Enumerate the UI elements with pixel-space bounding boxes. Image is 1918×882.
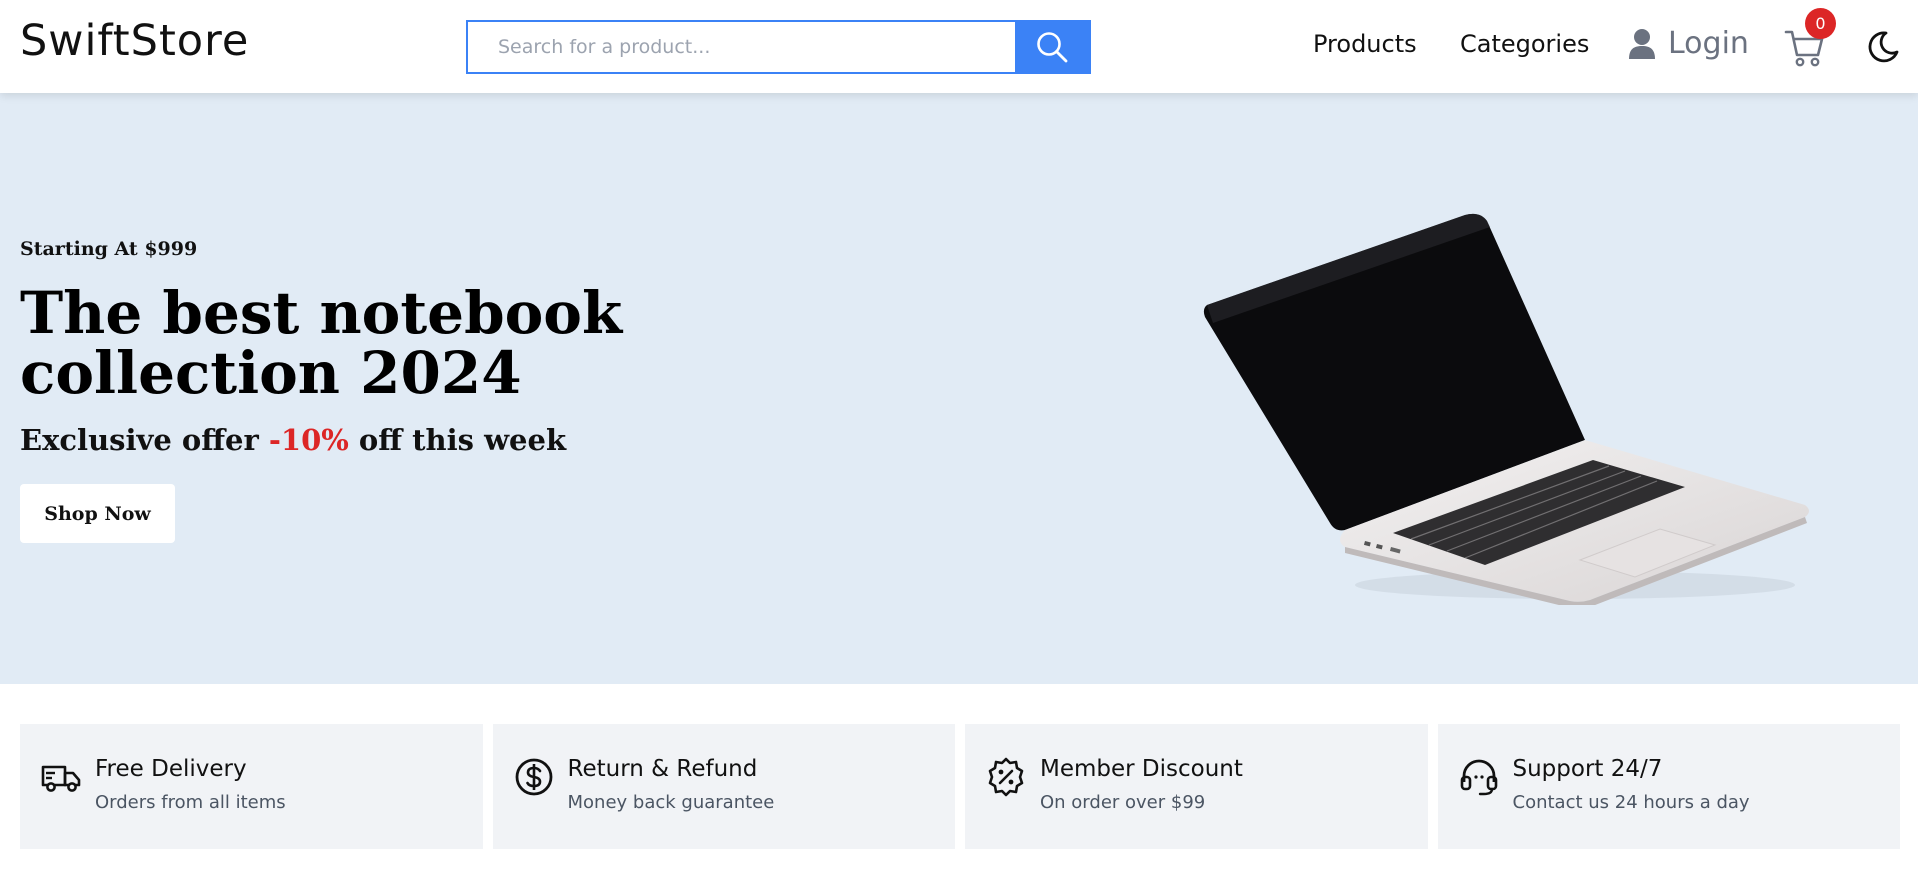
moon-icon (1868, 31, 1899, 63)
nav-categories-link[interactable]: Categories (1460, 32, 1589, 56)
features-row: Free Delivery Orders from all items Retu… (20, 724, 1900, 849)
feature-title: Member Discount (1040, 756, 1243, 782)
search-bar (466, 20, 1091, 74)
search-input[interactable] (468, 22, 1015, 72)
hero-offer: Exclusive offer -10% off this week (20, 423, 566, 457)
offer-suffix: off this week (348, 423, 567, 457)
dollar-circle-icon (515, 758, 552, 796)
percent-badge-icon (988, 757, 1024, 797)
truck-icon (41, 765, 81, 792)
feature-card: Member Discount On order over $99 (965, 724, 1428, 849)
search-button[interactable] (1015, 22, 1089, 72)
feature-subtitle: Orders from all items (95, 792, 286, 813)
shop-now-button[interactable]: Shop Now (20, 484, 175, 543)
feature-card: Support 24/7 Contact us 24 hours a day (1437, 724, 1900, 849)
feature-title: Free Delivery (95, 756, 247, 782)
hero-banner: Starting At $999 The best notebook colle… (0, 93, 1918, 684)
hero-title: The best notebook collection 2024 (20, 279, 623, 407)
offer-discount: -10% (268, 423, 349, 457)
feature-subtitle: Money back guarantee (567, 792, 775, 813)
headset-icon (1460, 759, 1497, 796)
feature-title: Support 24/7 (1512, 756, 1663, 782)
laptop-image (1203, 213, 1809, 605)
feature-subtitle: Contact us 24 hours a day (1512, 792, 1750, 813)
offer-prefix: Exclusive offer (20, 423, 269, 457)
search-icon (1037, 32, 1068, 63)
logo[interactable]: SwiftStore (20, 20, 249, 63)
feature-subtitle: On order over $99 (1040, 792, 1206, 813)
feature-card: Return & Refund Money back guarantee (492, 724, 955, 849)
user-icon (1629, 29, 1655, 59)
dark-mode-toggle[interactable] (1866, 30, 1900, 64)
feature-card: Free Delivery Orders from all items (20, 724, 483, 849)
login-label: Login (1668, 26, 1749, 61)
site-header: SwiftStore Products Categories Login 0 (0, 0, 1918, 93)
cart-count-badge: 0 (1805, 8, 1836, 39)
nav-products-link[interactable]: Products (1313, 32, 1417, 56)
hero-price-kicker: Starting At $999 (20, 238, 198, 260)
login-link[interactable]: Login (1628, 28, 1749, 60)
feature-title: Return & Refund (567, 756, 758, 782)
